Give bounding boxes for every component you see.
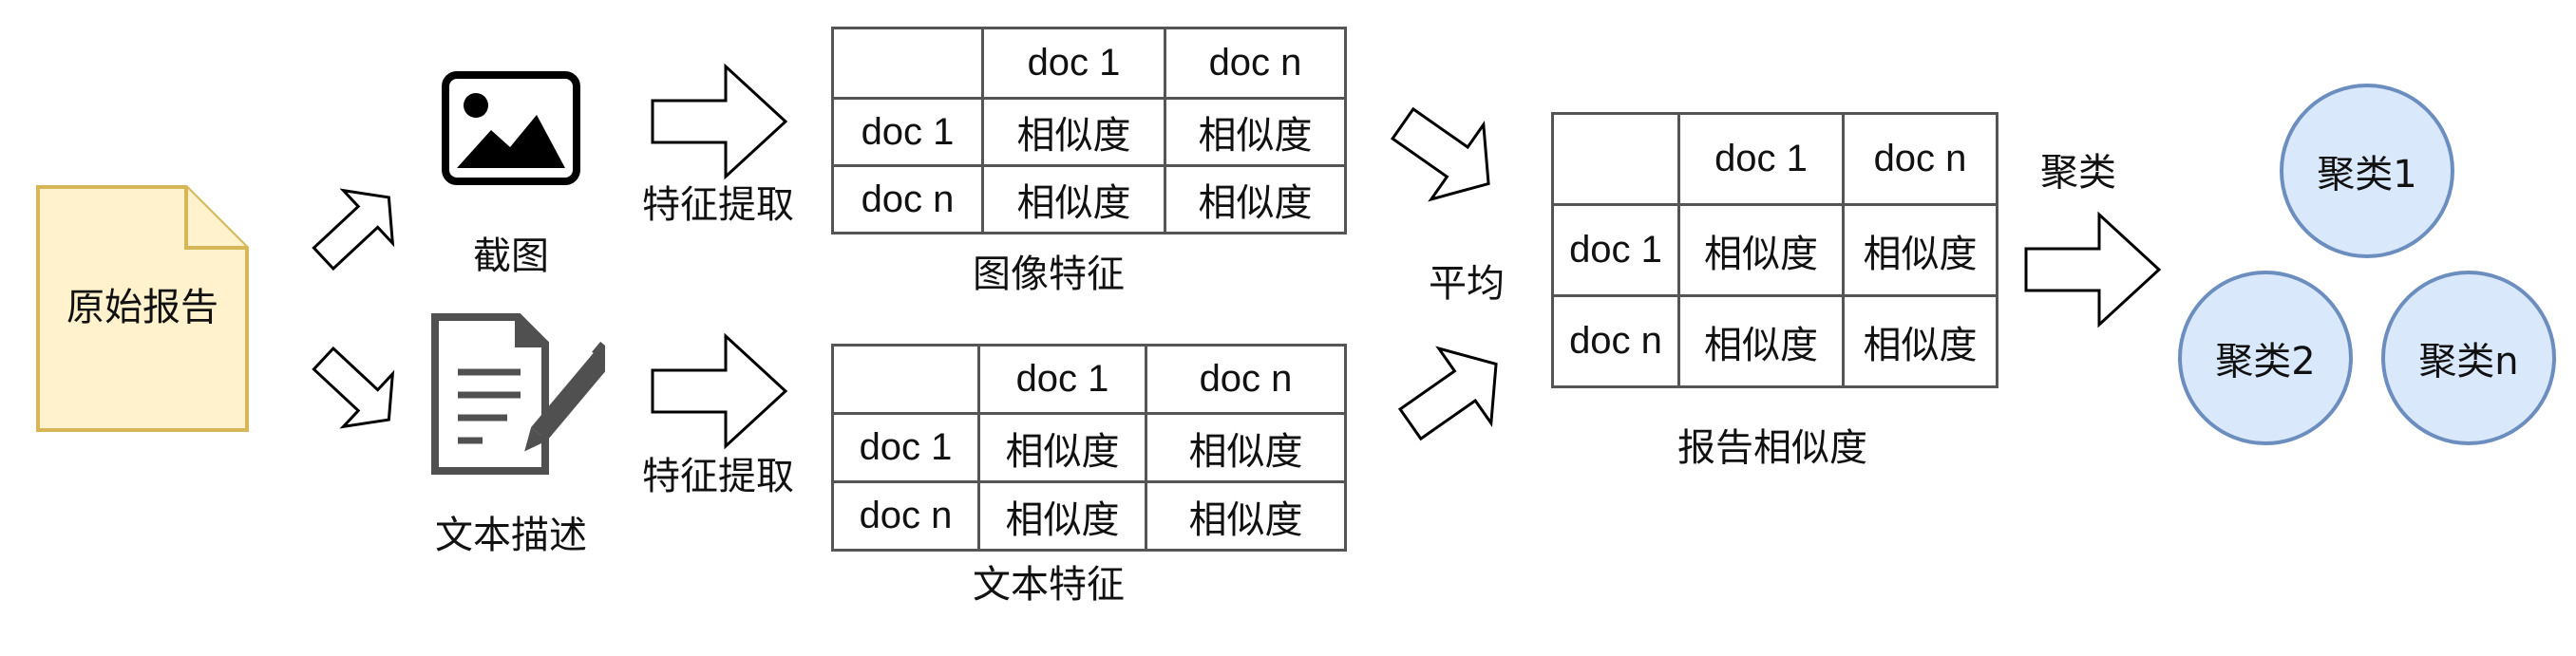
arrow-extract-bottom <box>651 332 788 450</box>
table-row: doc n 相似度 相似度 <box>831 164 1347 234</box>
table-row: doc 1 相似度 相似度 <box>831 97 1347 167</box>
table-cell: 相似度 <box>1677 203 1845 297</box>
table-row: doc n 相似度 相似度 <box>831 480 1347 552</box>
image-icon <box>442 71 580 185</box>
table-row: doc 1 相似度 相似度 <box>831 412 1347 483</box>
table-cell: 相似度 <box>1842 203 1998 297</box>
cluster-n-label: 聚类n <box>2418 340 2519 384</box>
report-similarity-caption: 报告相似度 <box>1677 426 1867 470</box>
text-features-caption: 文本特征 <box>973 563 1125 607</box>
text-features-table: doc 1 doc n doc 1 相似度 相似度 doc n 相似度 相似度 <box>831 344 1347 552</box>
arrow-to-clusters <box>2024 211 2162 328</box>
table-cell: 相似度 <box>1145 480 1347 552</box>
table-cell: doc 1 <box>981 27 1166 100</box>
table-cell: doc n <box>831 164 984 234</box>
cluster-1-label: 聚类1 <box>2317 153 2417 197</box>
text-desc-label: 文本描述 <box>435 514 587 557</box>
table-cell: doc 1 <box>977 344 1147 415</box>
cluster-1: 聚类1 <box>2280 84 2454 258</box>
table-row: doc 1 doc n <box>831 344 1347 415</box>
table-row: doc 1 doc n <box>831 27 1347 100</box>
table-row: doc 1 doc n <box>1551 112 1998 206</box>
image-features-table: doc 1 doc n doc 1 相似度 相似度 doc n 相似度 相似度 <box>831 27 1347 234</box>
cluster-n: 聚类n <box>2381 271 2556 445</box>
table-cell: 相似度 <box>977 480 1147 552</box>
arrow-source-to-text <box>312 346 395 429</box>
table-cell: doc n <box>831 480 980 552</box>
arrow-image-to-report <box>1390 106 1490 202</box>
average-label: 平均 <box>1429 262 1505 306</box>
table-cell: 相似度 <box>1164 97 1347 167</box>
source-label: 原始报告 <box>66 286 218 329</box>
arrow-extract-top <box>651 63 788 180</box>
table-row: doc n 相似度 相似度 <box>1551 294 1998 388</box>
table-cell: doc 1 <box>831 412 980 483</box>
table-cell: doc n <box>1145 344 1347 415</box>
table-cell: 相似度 <box>977 412 1147 483</box>
table-cell: 相似度 <box>1842 294 1998 388</box>
table-row: doc 1 相似度 相似度 <box>1551 203 1998 297</box>
report-similarity-table: doc 1 doc n doc 1 相似度 相似度 doc n 相似度 相似度 <box>1551 112 1998 388</box>
table-cell: doc 1 <box>831 97 984 167</box>
table-cell: 相似度 <box>981 97 1166 167</box>
cluster-2: 聚类2 <box>2178 271 2353 445</box>
extract-bottom-label: 特征提取 <box>642 455 794 498</box>
cluster-2-label: 聚类2 <box>2215 340 2316 384</box>
table-cell: doc 1 <box>1551 203 1680 297</box>
table-cell: 相似度 <box>1164 164 1347 234</box>
screenshot-label: 截图 <box>473 234 549 278</box>
table-cell <box>831 27 984 100</box>
flow-diagram: 原始报告 截图 文本描述 特征提取 特征提取 doc 1 doc n doc 1… <box>0 0 2576 656</box>
table-cell <box>831 344 980 415</box>
table-cell: 相似度 <box>1145 412 1347 483</box>
image-features-caption: 图像特征 <box>973 253 1125 296</box>
table-cell: doc n <box>1551 294 1680 388</box>
table-cell: doc 1 <box>1677 112 1845 206</box>
table-cell: 相似度 <box>1677 294 1845 388</box>
table-cell: doc n <box>1164 27 1347 100</box>
arrow-text-to-report <box>1397 346 1498 441</box>
table-cell: 相似度 <box>981 164 1166 234</box>
document-pen-icon <box>431 313 605 475</box>
cluster-step-label: 聚类 <box>2040 151 2116 195</box>
table-cell: doc n <box>1842 112 1998 206</box>
table-cell <box>1551 112 1680 206</box>
extract-top-label: 特征提取 <box>642 183 794 227</box>
arrow-source-to-screenshot <box>312 188 395 272</box>
